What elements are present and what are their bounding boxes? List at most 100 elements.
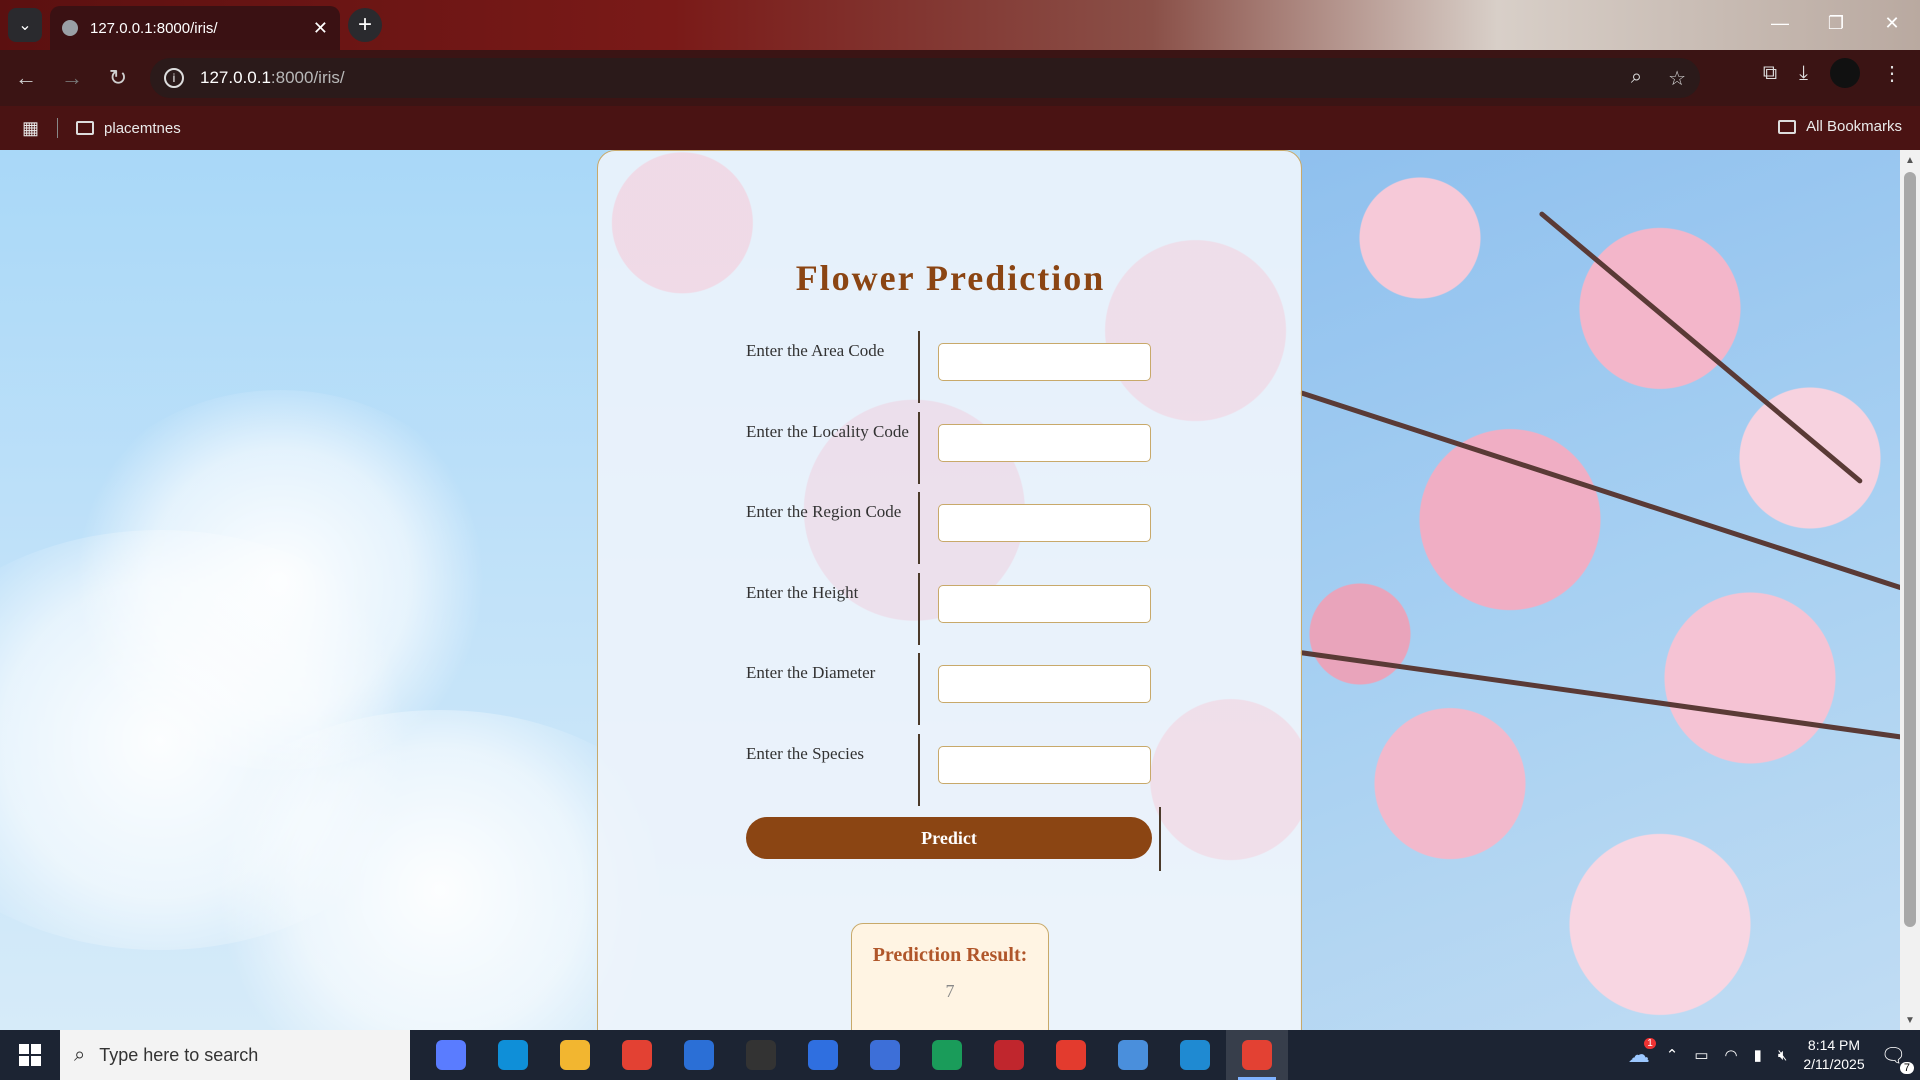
bookmark-folder-placemtnes[interactable]: placemtnes (76, 120, 181, 137)
field-label: Enter the Species (746, 744, 865, 763)
taskbar-app-file-explorer[interactable] (544, 1030, 606, 1080)
clock-time: 8:14 PM (1807, 1037, 1861, 1054)
result-title: Prediction Result: (872, 944, 1028, 966)
divider (1159, 807, 1161, 871)
taskbar-app-vs-installer[interactable] (1102, 1030, 1164, 1080)
taskbar-app-red-app[interactable] (978, 1030, 1040, 1080)
vscode-icon (1180, 1040, 1210, 1070)
search-placeholder: Type here to search (99, 1044, 259, 1065)
close-window-icon[interactable]: ✕ (1864, 0, 1920, 46)
system-tray: ☁ 1 ⌃ ▭ ◠ ▮ 🔇︎ 8:14 PM 2/11/2025 🗨︎ 7 (1628, 1036, 1920, 1074)
bookmark-separator (57, 118, 59, 138)
pycharm-icon (932, 1040, 962, 1070)
form-row-species: Enter the Species (746, 734, 1156, 806)
clock[interactable]: 8:14 PM 2/11/2025 (1803, 1036, 1864, 1074)
profile-avatar[interactable] (1830, 58, 1860, 88)
wifi-icon[interactable]: ◠ (1725, 1046, 1738, 1064)
divider (918, 653, 920, 725)
restore-icon[interactable]: ❐ (1808, 0, 1864, 46)
close-tab-icon[interactable]: ✕ (313, 18, 328, 39)
locality-code-input[interactable] (938, 424, 1151, 462)
back-icon[interactable]: ← (6, 58, 46, 98)
battery-icon[interactable]: ▮ (1754, 1046, 1762, 1064)
notification-count: 7 (1899, 1061, 1914, 1074)
address-bar[interactable]: i 127.0.0.1:8000/iris/ ⌕ ☆ (150, 58, 1700, 98)
chrome-active-icon (1242, 1040, 1272, 1070)
taskbar-app-wps[interactable] (1040, 1030, 1102, 1080)
taskbar-app-ccleaner[interactable] (668, 1030, 730, 1080)
vs-installer-icon (1118, 1040, 1148, 1070)
intellij-icon (870, 1040, 900, 1070)
taskbar-search[interactable]: ⌕ Type here to search (60, 1030, 410, 1080)
divider (918, 492, 920, 564)
chevron-down-icon: ⌄ (18, 17, 32, 34)
forward-icon[interactable]: → (52, 58, 92, 98)
device-icon[interactable]: ▭ (1694, 1046, 1708, 1064)
file-explorer-icon (560, 1040, 590, 1070)
divider (918, 412, 920, 484)
browser-tab[interactable]: 127.0.0.1:8000/iris/ ✕ (50, 6, 340, 50)
start-button[interactable] (0, 1030, 60, 1080)
divider (918, 331, 920, 403)
scroll-down-icon[interactable]: ▼ (1900, 1010, 1920, 1030)
taskbar-app-chrome[interactable] (606, 1030, 668, 1080)
red-app-icon (994, 1040, 1024, 1070)
predict-button[interactable]: Predict (746, 817, 1152, 859)
region-code-input[interactable] (938, 504, 1151, 542)
bookmark-folder-label: placemtnes (104, 119, 181, 137)
height-input[interactable] (938, 585, 1151, 623)
extensions-icon[interactable]: ⧉ (1763, 62, 1777, 85)
area-code-input[interactable] (938, 343, 1151, 381)
diameter-input[interactable] (938, 665, 1151, 703)
page-scrollbar[interactable]: ▲ ▼ (1900, 150, 1920, 1030)
bookmark-star-icon[interactable]: ☆ (1668, 66, 1686, 91)
species-input[interactable] (938, 746, 1151, 784)
minimize-icon[interactable]: — (1752, 0, 1808, 46)
taskbar-app-pycharm[interactable] (916, 1030, 978, 1080)
taskbar-app-vscode[interactable] (1164, 1030, 1226, 1080)
form-row-area-code: Enter the Area Code (746, 331, 1156, 403)
wps-icon (1056, 1040, 1086, 1070)
folder-icon (76, 121, 95, 135)
apps-grid-icon[interactable]: ▦ (22, 118, 39, 139)
cherry-blossom-background (1299, 150, 1920, 1030)
edge-icon (498, 1040, 528, 1070)
volume-muted-icon[interactable]: 🔇︎ (1778, 1047, 1787, 1064)
reload-icon[interactable]: ↻ (98, 58, 138, 98)
menu-icon[interactable]: ⋮ (1882, 61, 1902, 86)
result-value: 7 (945, 981, 955, 1001)
taskbar-app-chrome-active[interactable] (1226, 1030, 1288, 1080)
scroll-up-icon[interactable]: ▲ (1900, 150, 1920, 170)
site-info-icon[interactable]: i (164, 68, 184, 88)
predict-row: Predict (746, 807, 1166, 881)
taskbar-app-intellij[interactable] (854, 1030, 916, 1080)
all-bookmarks-button[interactable]: All Bookmarks (1778, 118, 1902, 135)
zoom-icon[interactable]: ⌕ (1631, 66, 1642, 91)
taskbar-app-app-a[interactable] (792, 1030, 854, 1080)
chevron-up-icon[interactable]: ⌃ (1666, 1046, 1679, 1064)
weather-icon[interactable]: ☁ 1 (1628, 1038, 1656, 1068)
taskbar-app-edge[interactable] (482, 1030, 544, 1080)
field-label: Enter the Diameter (746, 663, 876, 682)
windows-logo-icon (19, 1044, 41, 1066)
divider (918, 734, 920, 806)
notifications-icon[interactable]: 🗨︎ 7 (1881, 1043, 1914, 1074)
weather-badge: 1 (1644, 1038, 1656, 1049)
tab-search-button[interactable]: ⌄ (8, 8, 42, 42)
app-a-icon (808, 1040, 838, 1070)
branch (1538, 210, 1864, 485)
download-icon[interactable]: ⤓ (1799, 62, 1808, 85)
form-row-height: Enter the Height (746, 573, 1156, 645)
taskbar: ⌕ Type here to search ☁ 1 ⌃ ▭ ◠ ▮ 🔇︎ 8:14… (0, 1030, 1920, 1080)
ccleaner-icon (684, 1040, 714, 1070)
copilot-icon (436, 1040, 466, 1070)
globe-icon (62, 20, 78, 36)
taskbar-app-github[interactable] (730, 1030, 792, 1080)
new-tab-button[interactable]: + (348, 8, 382, 42)
url-host: 127.0.0.1 (200, 68, 271, 87)
search-icon: ⌕ (74, 1043, 86, 1066)
scrollbar-thumb[interactable] (1904, 172, 1916, 927)
folder-icon (1778, 119, 1797, 134)
taskbar-app-copilot[interactable] (420, 1030, 482, 1080)
clock-date: 2/11/2025 (1803, 1056, 1865, 1072)
